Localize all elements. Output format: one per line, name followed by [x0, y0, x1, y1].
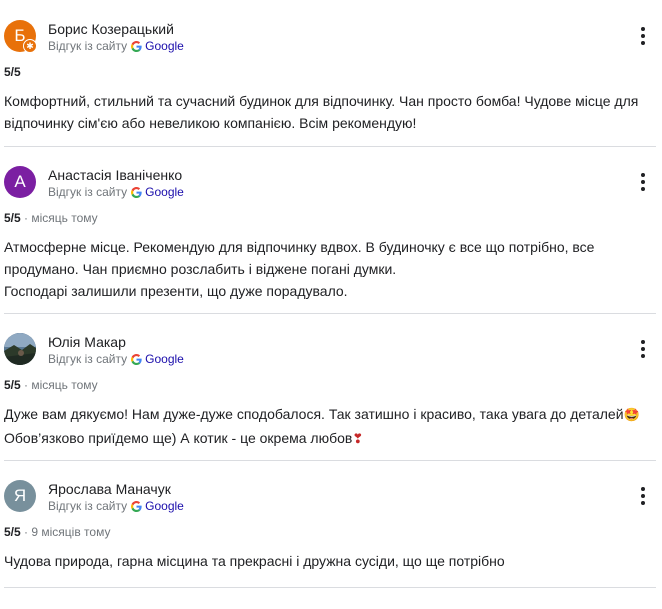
- review-source: Відгук із сайту Google: [48, 39, 184, 53]
- google-g-icon: [131, 40, 142, 52]
- avatar[interactable]: [4, 333, 36, 365]
- avatar-letter: Я: [13, 486, 27, 505]
- more-options-icon[interactable]: [636, 486, 650, 506]
- heart-exclamation-emoji-icon: ❣: [352, 432, 364, 447]
- divider: [4, 146, 656, 147]
- source-label: Відгук із сайту: [48, 499, 128, 513]
- avatar-photo-icon: [4, 333, 36, 365]
- review-meta: 5/5 · місяць тому: [4, 211, 98, 225]
- review-rating: 5/5: [4, 65, 21, 79]
- google-g-icon: [131, 500, 142, 512]
- divider: [4, 587, 656, 588]
- review-source: Відгук із сайту Google: [48, 499, 184, 513]
- local-guide-badge-icon: ✱: [23, 39, 37, 53]
- google-g-icon: [131, 186, 142, 198]
- more-options-icon[interactable]: [636, 172, 650, 192]
- source-label: Відгук із сайту: [48, 352, 128, 366]
- source-label: Відгук із сайту: [48, 39, 128, 53]
- divider: [4, 313, 656, 314]
- source-label: Відгук із сайту: [48, 185, 128, 199]
- more-options-icon[interactable]: [636, 339, 650, 359]
- divider: [4, 460, 656, 461]
- google-g-icon: [131, 353, 142, 365]
- avatar[interactable]: Б ✱: [4, 20, 37, 53]
- review-author[interactable]: Юлія Макар: [48, 334, 126, 350]
- star-struck-emoji-icon: 🤩: [623, 408, 640, 423]
- avatar[interactable]: Я: [4, 480, 36, 512]
- avatar-letter: А: [14, 172, 26, 191]
- review-author[interactable]: Ярослава Маначук: [48, 481, 171, 497]
- review-rating: 5/5: [4, 378, 21, 392]
- more-options-icon[interactable]: [636, 26, 650, 46]
- review-meta: 5/5: [4, 65, 21, 79]
- review-text-line: Комфортний, стильний та сучасний будинок…: [4, 93, 639, 131]
- review-text: Дуже вам дякуємо! Нам дуже-дуже сподобал…: [4, 403, 654, 451]
- avatar[interactable]: А: [4, 166, 36, 198]
- google-label[interactable]: Google: [145, 352, 184, 366]
- review-text: Чудова природа, гарна місцина та прекрас…: [4, 550, 654, 572]
- review-time: 9 місяців тому: [31, 525, 111, 539]
- google-label[interactable]: Google: [145, 185, 184, 199]
- review-meta: 5/5 · місяць тому: [4, 378, 98, 392]
- google-label[interactable]: Google: [145, 499, 184, 513]
- review-text-part: Дуже вам дякуємо! Нам дуже-дуже сподобал…: [4, 406, 624, 422]
- review-text-line: Дуже вам дякуємо! Нам дуже-дуже сподобал…: [4, 403, 654, 427]
- review-text: Атмосферне місце. Рекомендую для відпочи…: [4, 236, 654, 302]
- review-text-line: Господарі залишили презенти, що дуже пор…: [4, 283, 348, 299]
- review-text-line: Чудова природа, гарна місцина та прекрас…: [4, 553, 505, 569]
- review-source: Відгук із сайту Google: [48, 185, 184, 199]
- review-time: місяць тому: [31, 211, 98, 225]
- review-author[interactable]: Борис Козерацький: [48, 21, 174, 37]
- google-label[interactable]: Google: [145, 39, 184, 53]
- review-text-line: Атмосферне місце. Рекомендую для відпочи…: [4, 239, 595, 277]
- review-rating: 5/5: [4, 525, 21, 539]
- review-rating: 5/5: [4, 211, 21, 225]
- review-source: Відгук із сайту Google: [48, 352, 184, 366]
- review-text-part: Обов’язково приїдемо ще) А котик - це ок…: [4, 430, 353, 446]
- review-time: місяць тому: [31, 378, 98, 392]
- review-text-line: Обов’язково приїдемо ще) А котик - це ок…: [4, 427, 654, 451]
- review-author[interactable]: Анастасія Іваніченко: [48, 167, 182, 183]
- review-text: Комфортний, стильний та сучасний будинок…: [4, 90, 654, 134]
- review-meta: 5/5 · 9 місяців тому: [4, 525, 110, 539]
